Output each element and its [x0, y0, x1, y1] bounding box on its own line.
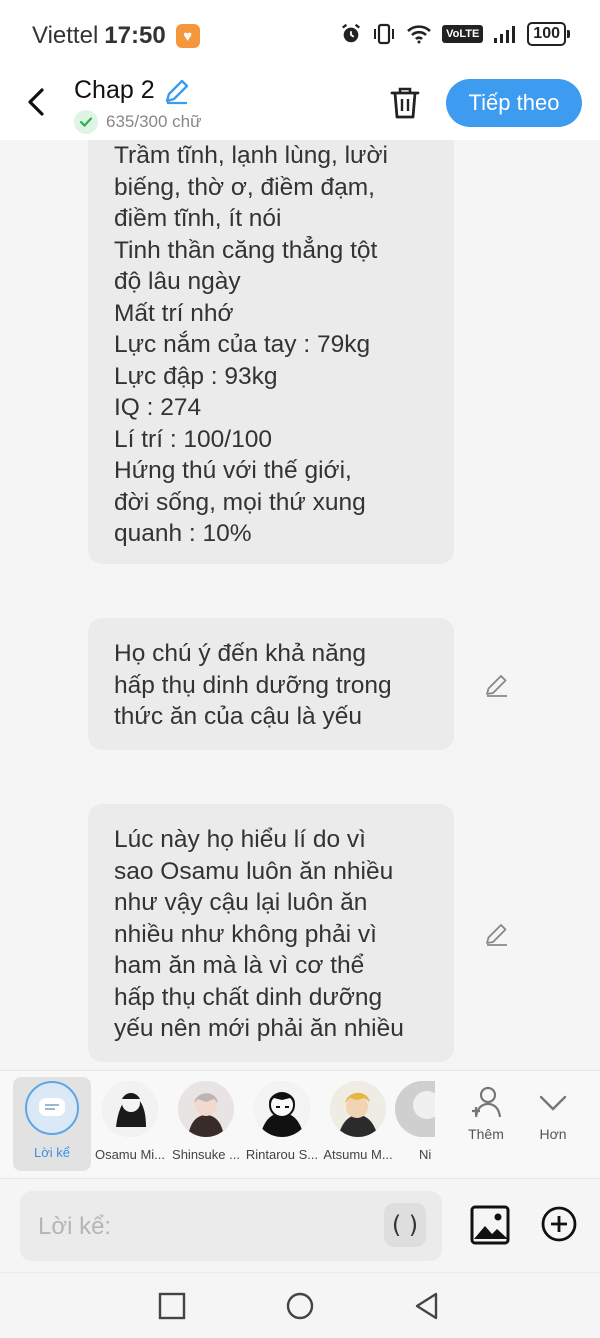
edit-message-icon[interactable]	[484, 672, 510, 698]
message-line: Lúc này họ hiểu lí do vì	[114, 826, 366, 853]
input-placeholder: Lời kể:	[38, 1213, 112, 1240]
recent-apps-icon[interactable]	[157, 1291, 187, 1321]
character-name: Ni	[419, 1147, 432, 1162]
image-icon[interactable]	[470, 1205, 510, 1245]
signal-icon	[494, 26, 516, 43]
message-line: nhiều như không phải vì	[114, 920, 377, 948]
message-input[interactable]: Lời kể: ( )	[20, 1191, 442, 1261]
plus-icon[interactable]	[540, 1205, 578, 1243]
message-list[interactable]: Trầm tĩnh, lạnh lùng, lười biếng, thờ ơ,…	[0, 140, 600, 1070]
avatar	[395, 1081, 435, 1137]
chevron-down-icon	[539, 1095, 567, 1111]
add-label: Thêm	[468, 1126, 504, 1142]
message-line: hấp thụ dinh dưỡng trong	[114, 671, 392, 699]
back-arrow-icon[interactable]	[22, 84, 54, 120]
character-bar: Lời kể Osamu Mi... Shinsuke ... Rintarou…	[0, 1070, 600, 1179]
message-line: đời sống, mọi thứ xung	[114, 488, 366, 516]
message-line: thức ăn của cậu là yếu	[114, 703, 362, 730]
trash-icon[interactable]	[388, 84, 422, 120]
character-name: Atsumu M...	[323, 1147, 393, 1162]
back-icon[interactable]	[412, 1291, 442, 1321]
message-line: Lực đập : 93kg	[114, 362, 278, 390]
character-name: Lời kể	[34, 1145, 70, 1160]
home-icon[interactable]	[285, 1291, 315, 1321]
avatar	[178, 1081, 234, 1137]
top-app-bar: Chap 2 635/300 chữ Tiếp theo	[0, 70, 600, 140]
next-button[interactable]: Tiếp theo	[446, 79, 582, 127]
volte-badge: VoLTE	[442, 25, 484, 43]
add-person-icon	[472, 1086, 502, 1118]
status-bar: Viettel 17:50 ♥ VoLTE 100	[0, 0, 600, 70]
more-label: Hơn	[539, 1126, 567, 1142]
parenthesis-button[interactable]: ( )	[384, 1203, 426, 1247]
message-line: ham ăn mà là vì cơ thể	[114, 952, 365, 979]
battery-indicator: 100	[527, 22, 570, 46]
add-character-button[interactable]: Thêm	[456, 1083, 516, 1142]
more-button[interactable]: Hơn	[523, 1083, 583, 1142]
status-right: VoLTE 100	[340, 22, 570, 46]
avatar	[330, 1081, 386, 1137]
character-item[interactable]: Ni	[395, 1077, 435, 1171]
narration-avatar	[25, 1081, 79, 1135]
character-name: Rintarou S...	[245, 1147, 319, 1162]
message-line: Mất trí nhớ	[114, 299, 234, 327]
vibrate-icon	[374, 23, 395, 45]
alarm-icon	[342, 23, 361, 43]
carrier-name: Viettel	[32, 22, 99, 49]
wifi-icon	[407, 25, 431, 44]
message-line: quanh : 10%	[114, 520, 252, 547]
message-line: điềm tĩnh, ít nói	[114, 205, 282, 232]
heart-notification-icon: ♥	[175, 24, 200, 48]
character-item[interactable]: Rintarou S...	[243, 1077, 321, 1171]
character-item[interactable]: Osamu Mi...	[91, 1077, 169, 1171]
character-item[interactable]: Shinsuke ...	[167, 1077, 245, 1171]
character-narration[interactable]: Lời kể	[13, 1077, 91, 1171]
message-line: Tinh thần căng thẳng tột	[114, 236, 378, 264]
message-line: Lực nắm của tay : 79kg	[114, 331, 371, 358]
edit-message-icon[interactable]	[484, 921, 510, 947]
clock: 17:50	[104, 22, 166, 49]
message-line: biếng, thờ ơ, điềm đạm,	[114, 173, 375, 201]
character-name: Shinsuke ...	[172, 1147, 240, 1162]
message-line: IQ : 274	[114, 394, 202, 421]
check-icon	[74, 110, 98, 134]
message-line: độ lâu ngày	[114, 268, 241, 295]
chapter-title[interactable]: Chap 2	[74, 76, 155, 105]
edit-title-icon[interactable]	[162, 76, 192, 106]
message-line: Lí trí : 100/100	[114, 425, 272, 453]
character-name: Osamu Mi...	[94, 1147, 166, 1162]
message-line: Hứng thú với thế giới,	[114, 457, 352, 484]
message-line: hấp thụ chất dinh dưỡng	[114, 983, 383, 1011]
message-line: như vậy cậu lại luôn ăn	[114, 889, 368, 916]
message-bubble[interactable]: Trầm tĩnh, lạnh lùng, lười biếng, thờ ơ,…	[88, 140, 454, 564]
message-line: sao Osamu luôn ăn nhiều	[114, 857, 394, 885]
avatar	[102, 1081, 158, 1137]
speech-bubble-icon	[39, 1098, 65, 1116]
message-line: Họ chú ý đến khả năng	[114, 640, 366, 667]
character-item[interactable]: Atsumu M...	[319, 1077, 397, 1171]
message-bubble[interactable]: Họ chú ý đến khả năng hấp thụ dinh dưỡng…	[88, 618, 454, 750]
status-left: Viettel 17:50 ♥	[32, 22, 200, 50]
system-nav-bar	[0, 1272, 600, 1338]
char-count: 635/300 chữ	[106, 112, 202, 131]
message-line: Trầm tĩnh, lạnh lùng, lười	[114, 142, 388, 169]
message-bubble[interactable]: Lúc này họ hiểu lí do vì sao Osamu luôn …	[88, 804, 454, 1062]
message-line: yếu nên mới phải ăn nhiều	[114, 1015, 404, 1042]
composer-bar: Lời kể: ( )	[0, 1178, 600, 1273]
char-count-row: 635/300 chữ	[74, 110, 202, 134]
avatar	[254, 1081, 310, 1137]
